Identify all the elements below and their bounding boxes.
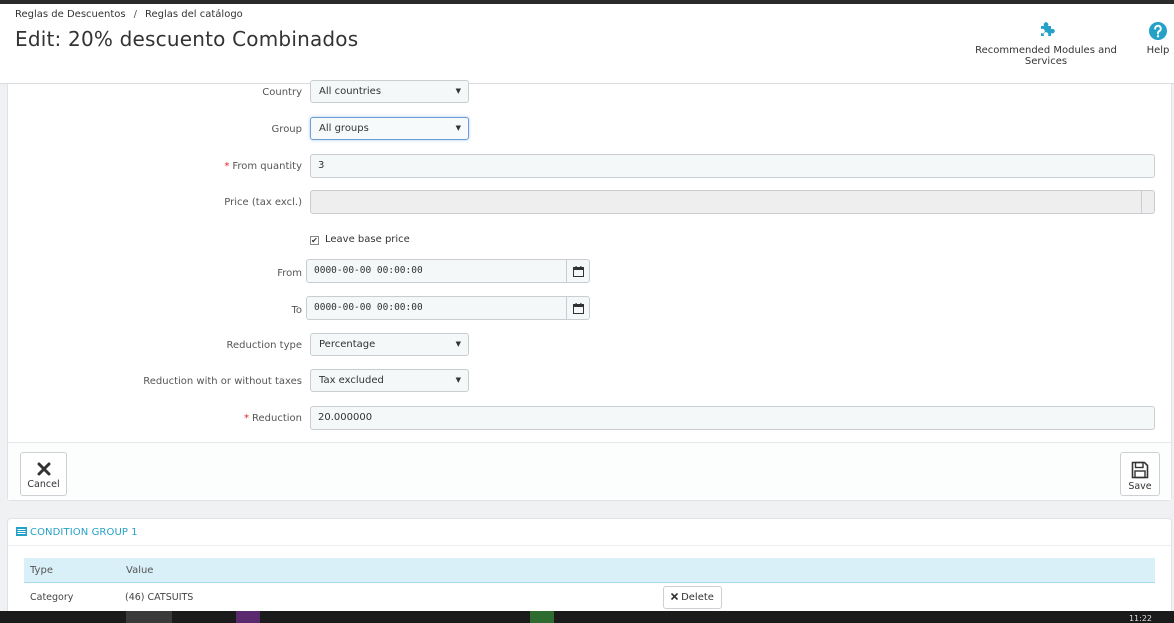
group-row: Group All groups ▼ — [8, 117, 1173, 143]
to-date-input[interactable]: 0000-00-00 00:00:00 — [306, 296, 567, 320]
help-icon — [1149, 22, 1167, 40]
puzzle-icon — [1041, 22, 1055, 36]
recommended-modules-label: Recommended Modules and Services — [975, 45, 1117, 67]
reduction-type-row: Reduction type Percentage ▼ — [8, 333, 1173, 359]
save-icon — [1131, 461, 1149, 479]
price-row: Price (tax excl.) — [8, 190, 1173, 216]
panel-footer: Cancel Save — [8, 442, 1171, 500]
divider — [8, 545, 1171, 546]
calendar-icon — [573, 266, 584, 277]
from-date-input[interactable]: 0000-00-00 00:00:00 — [306, 259, 567, 283]
chevron-down-icon: ▼ — [455, 376, 461, 384]
breadcrumb: Reglas de Descuentos / Reglas del catálogo — [15, 9, 243, 20]
from-quantity-row: * From quantity 3 — [8, 154, 1173, 180]
country-label: Country — [262, 87, 302, 98]
to-date-label: To — [291, 305, 302, 316]
specific-price-form-panel: Country All countries ▼ Group All groups… — [7, 80, 1173, 501]
from-date-row: From 0000-00-00 00:00:00 — [8, 259, 1173, 285]
from-date-picker-button[interactable] — [566, 259, 590, 283]
price-label: Price (tax excl.) — [224, 197, 302, 208]
delete-label: Delete — [681, 592, 714, 603]
reduction-label-text: Reduction — [252, 413, 302, 424]
condition-value-cell: (46) CATSUITS — [125, 592, 194, 603]
cancel-button[interactable]: Cancel — [20, 452, 67, 496]
help-label: Help — [1146, 45, 1170, 56]
help-button[interactable]: Help — [1144, 21, 1172, 56]
recommended-modules-button[interactable]: Recommended Modules and Services — [956, 21, 1136, 67]
reduction-tax-label: Reduction with or without taxes — [143, 376, 302, 387]
group-select-value: All groups — [319, 123, 369, 134]
condition-group-title: CONDITION GROUP 1 — [16, 527, 138, 538]
country-select[interactable]: All countries ▼ — [310, 80, 469, 103]
column-header-type: Type — [30, 565, 53, 576]
group-select[interactable]: All groups ▼ — [310, 117, 469, 140]
reduction-type-label: Reduction type — [226, 340, 302, 351]
to-date-row: To 0000-00-00 00:00:00 — [8, 296, 1173, 322]
leave-base-price-label: Leave base price — [325, 234, 410, 245]
cancel-label: Cancel — [27, 479, 60, 490]
breadcrumb-item-catalog-rules[interactable]: Reglas del catálogo — [145, 9, 243, 20]
column-header-value: Value — [126, 565, 154, 576]
breadcrumb-separator: / — [133, 9, 137, 20]
required-asterisk: * — [244, 413, 249, 424]
taskbar-active-item[interactable] — [126, 611, 172, 623]
conditions-table-header: Type Value — [24, 558, 1155, 583]
close-icon — [671, 593, 678, 600]
chevron-down-icon: ▼ — [455, 124, 461, 132]
reduction-row: * Reduction 20.000000 — [8, 406, 1173, 432]
os-taskbar: 11:22 — [0, 611, 1174, 623]
page-title: Edit: 20% descuento Combinados — [15, 27, 359, 51]
from-quantity-label-text: From quantity — [232, 161, 302, 172]
save-label: Save — [1128, 481, 1152, 492]
leave-base-price-row[interactable]: ✔ Leave base price — [310, 234, 410, 245]
country-row: Country All countries ▼ — [8, 80, 1173, 106]
reduction-tax-select-value: Tax excluded — [319, 375, 384, 386]
chevron-down-icon: ▼ — [455, 87, 461, 95]
taskbar-app-item[interactable] — [530, 611, 554, 623]
reduction-input[interactable]: 20.000000 — [310, 406, 1155, 430]
leave-base-price-checkbox[interactable]: ✔ — [310, 236, 319, 245]
reduction-label: * Reduction — [244, 406, 302, 432]
condition-group-panel: CONDITION GROUP 1 Type Value Category (4… — [7, 518, 1172, 623]
list-icon — [16, 527, 27, 536]
reduction-type-select-value: Percentage — [319, 339, 376, 350]
condition-group-title-text: CONDITION GROUP 1 — [30, 527, 138, 538]
to-date-picker-button[interactable] — [566, 296, 590, 320]
reduction-tax-row: Reduction with or without taxes Tax excl… — [8, 369, 1173, 395]
table-row: Category (46) CATSUITS Delete — [24, 584, 1155, 612]
save-button[interactable]: Save — [1120, 452, 1160, 496]
taskbar-app-item[interactable] — [236, 611, 260, 623]
page-header: Reglas de Descuentos / Reglas del catálogo… — [0, 4, 1174, 84]
calendar-icon — [573, 303, 584, 314]
reduction-tax-select[interactable]: Tax excluded ▼ — [310, 369, 469, 392]
group-label: Group — [271, 124, 302, 135]
country-select-value: All countries — [319, 86, 382, 97]
chevron-down-icon: ▼ — [455, 340, 461, 348]
taskbar-clock: 11:22 — [1128, 614, 1152, 623]
condition-type-cell: Category — [30, 592, 74, 603]
breadcrumb-item-discount-rules[interactable]: Reglas de Descuentos — [15, 9, 126, 20]
from-date-label: From — [277, 268, 302, 279]
close-icon — [37, 462, 50, 476]
delete-condition-button[interactable]: Delete — [663, 586, 722, 609]
required-asterisk: * — [224, 161, 230, 172]
from-quantity-label: * From quantity — [224, 154, 302, 180]
price-input[interactable] — [310, 190, 1155, 214]
from-quantity-input[interactable]: 3 — [310, 154, 1155, 178]
reduction-type-select[interactable]: Percentage ▼ — [310, 333, 469, 356]
